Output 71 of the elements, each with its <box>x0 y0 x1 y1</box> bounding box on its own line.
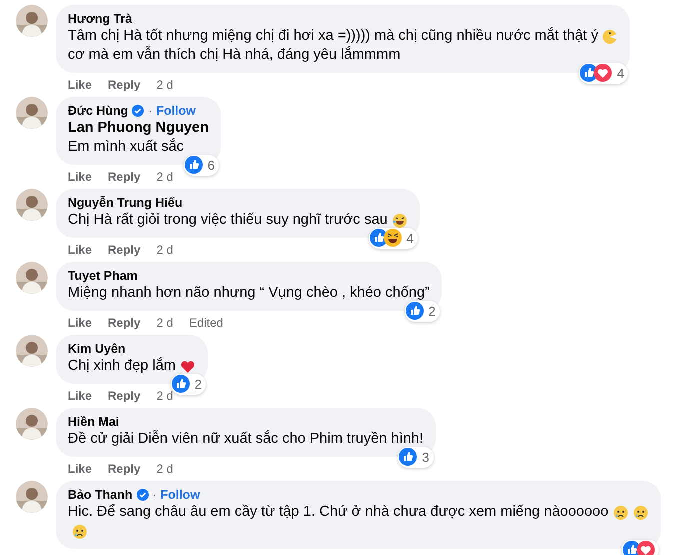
reaction-count: 2 <box>428 302 436 320</box>
laughing-emoji-icon <box>392 212 408 228</box>
avatar[interactable] <box>16 189 48 221</box>
comment-text: Em mình xuất sắc <box>68 138 184 157</box>
haha-reaction-icon <box>384 229 402 248</box>
author-name[interactable]: Tuyet Pham <box>68 266 138 286</box>
author-name[interactable]: Hương Trà <box>68 10 132 28</box>
like-reaction-icon <box>406 302 424 320</box>
author-name[interactable]: Đức Hùng <box>68 102 128 120</box>
comment-text: Miệng nhanh hơn não nhưng “ Vụng chèo , khéo chống” <box>68 284 430 303</box>
reaction-summary[interactable]: 6 <box>184 154 219 176</box>
comment-text: Hic. Để sang châu âu em cầy từ tập 1. Chứ ở nhà chưa được xem miếng nàoooooo <box>68 503 609 522</box>
mention-name[interactable]: Lan Phuong Nguyen <box>68 119 209 138</box>
avatar[interactable] <box>16 5 48 37</box>
reaction-count: 3 <box>422 448 430 466</box>
author-name[interactable]: Hiền Mai <box>68 412 120 432</box>
crying-emoji-icon <box>632 504 649 520</box>
timestamp[interactable]: 2 d <box>156 242 174 258</box>
reply-link[interactable]: Reply <box>108 461 141 477</box>
like-link[interactable]: Like <box>68 242 92 258</box>
reply-link[interactable]: Reply <box>108 77 141 93</box>
crying-emoji-icon <box>72 524 88 540</box>
like-link[interactable]: Like <box>68 461 92 477</box>
reaction-count: 6 <box>208 156 215 174</box>
separator-dot: · <box>152 487 157 504</box>
pacman-emoji-icon <box>602 28 618 44</box>
reply-link[interactable]: Reply <box>108 315 141 331</box>
timestamp[interactable]: 2 d <box>156 388 174 404</box>
reaction-summary[interactable]: 4 <box>579 62 628 84</box>
timestamp[interactable]: 2 d <box>156 77 174 93</box>
reaction-summary[interactable] <box>622 540 659 555</box>
avatar[interactable] <box>16 408 48 440</box>
heart-emoji-icon <box>180 358 196 374</box>
follow-link[interactable]: Follow <box>156 102 196 120</box>
comment-text: Chị xinh đẹp lắm <box>68 357 176 376</box>
author-name[interactable]: Kim Uyên <box>68 340 126 358</box>
avatar[interactable] <box>16 262 48 294</box>
reaction-summary[interactable]: 3 <box>398 446 434 468</box>
like-link[interactable]: Like <box>68 388 92 404</box>
love-reaction-icon <box>636 541 655 555</box>
crying-emoji-icon <box>612 504 629 520</box>
author-name[interactable]: Bảo Thanh <box>68 486 133 504</box>
comment-text: Chị Hà rất giỏi trong việc thiếu suy nghĩ trước sau <box>68 211 388 230</box>
timestamp[interactable]: 2 d <box>156 169 174 185</box>
comment-text: Đề cử giải Diễn viên nữ xuất sắc cho Phim truyền hình! <box>68 430 424 449</box>
like-reaction-icon <box>399 448 418 466</box>
like-link[interactable]: Like <box>68 77 92 93</box>
separator-dot: · <box>148 103 152 120</box>
like-link[interactable]: Like <box>68 169 92 185</box>
reaction-count: 2 <box>194 376 202 394</box>
reply-link[interactable]: Reply <box>108 169 141 185</box>
avatar[interactable] <box>16 97 48 129</box>
like-link[interactable]: Like <box>68 315 92 331</box>
author-name[interactable]: Nguyễn Trung Hiếu <box>68 194 183 212</box>
reaction-summary[interactable]: 4 <box>368 228 418 249</box>
follow-link[interactable]: Follow <box>160 486 200 504</box>
avatar[interactable] <box>16 335 48 367</box>
avatar[interactable] <box>16 481 48 513</box>
comment-text: Tâm chị Hà tốt nhưng miệng chị đi hơi xa =))))) mà chị cũng nhiều nước mắt thật ý <box>68 27 598 46</box>
like-reaction-icon <box>172 375 190 394</box>
reply-link[interactable]: Reply <box>108 388 141 404</box>
timestamp[interactable]: 2 d <box>156 315 174 331</box>
reply-link[interactable]: Reply <box>108 242 141 258</box>
like-reaction-icon <box>184 156 203 174</box>
reaction-count: 4 <box>617 64 624 82</box>
reaction-count: 4 <box>406 230 414 248</box>
edited-label: Edited <box>189 315 224 331</box>
comment-text: cơ mà em vẫn thích chị Hà nhá, đáng yêu lắmmmm <box>68 46 401 65</box>
love-reaction-icon <box>594 64 612 82</box>
timestamp[interactable]: 2 d <box>156 461 174 477</box>
reaction-summary[interactable]: 2 <box>404 300 440 322</box>
